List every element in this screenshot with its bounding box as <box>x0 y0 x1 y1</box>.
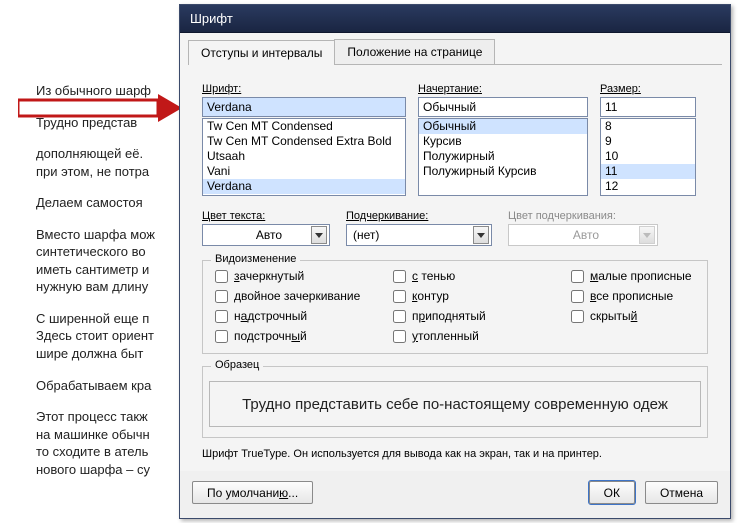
list-item[interactable]: Utsaah <box>203 149 405 164</box>
list-item[interactable]: 10 <box>601 149 695 164</box>
list-item[interactable]: Курсив <box>419 134 587 149</box>
style-listbox[interactable]: Обычный Курсив Полужирный Полужирный Кур… <box>418 118 588 196</box>
cancel-button[interactable]: Отмена <box>645 481 718 504</box>
tab-indents[interactable]: Отступы и интервалы <box>188 40 335 65</box>
check-shadow[interactable]: с тенью <box>393 269 543 283</box>
background-document: Из обычного шарф Трудно представ дополня… <box>36 82 196 492</box>
check-allcaps[interactable]: все прописные <box>571 289 721 303</box>
check-outline[interactable]: контур <box>393 289 543 303</box>
underline-color-label: Цвет подчеркивания: <box>508 210 658 222</box>
text-color-dropdown[interactable]: Авто <box>202 224 330 246</box>
font-info-text: Шрифт TrueType. Он используется для выво… <box>202 448 708 460</box>
check-strikethrough[interactable]: ззачеркнутыйачеркнутый <box>215 269 365 283</box>
font-label: Шрифт: <box>202 83 406 95</box>
size-label: Размер: <box>600 83 696 95</box>
size-listbox[interactable]: 8 9 10 11 12 <box>600 118 696 196</box>
list-item[interactable]: Vani <box>203 164 405 179</box>
list-item[interactable]: Tw Cen MT Condensed Extra Bold <box>203 134 405 149</box>
list-item[interactable]: 9 <box>601 134 695 149</box>
size-input[interactable] <box>600 97 696 117</box>
dialog-title: Шрифт <box>190 11 233 26</box>
list-item[interactable]: Verdana <box>203 179 405 194</box>
style-input[interactable] <box>418 97 588 117</box>
font-listbox[interactable]: Tw Cen MT Condensed Tw Cen MT Condensed … <box>202 118 406 196</box>
font-input[interactable] <box>202 97 406 117</box>
dialog-footer: По умолчанию... ОК Отмена <box>180 471 730 518</box>
tab-bar: Отступы и интервалы Положение на страниц… <box>188 39 722 65</box>
chevron-down-icon[interactable] <box>473 226 489 244</box>
list-item[interactable]: 11 <box>601 164 695 179</box>
list-item[interactable]: 8 <box>601 119 695 134</box>
ok-button[interactable]: ОК <box>589 481 635 504</box>
list-item[interactable]: Обычный <box>419 119 587 134</box>
list-item[interactable]: 12 <box>601 179 695 194</box>
check-hidden[interactable]: скрытый <box>571 309 721 323</box>
chevron-down-icon[interactable] <box>311 226 327 244</box>
sample-group: Образец Трудно представить себе по-насто… <box>202 366 708 438</box>
list-item[interactable]: Tw Cen MT Condensed <box>203 119 405 134</box>
tab-page-position[interactable]: Положение на странице <box>334 39 495 64</box>
underline-label: Подчеркивание: <box>346 210 492 222</box>
style-label: Начертание: <box>418 83 588 95</box>
sample-preview: Трудно представить себе по-настоящему со… <box>209 381 701 427</box>
list-item[interactable]: Полужирный <box>419 149 587 164</box>
underline-dropdown[interactable]: (нет) <box>346 224 492 246</box>
check-engrave[interactable]: утопленный <box>393 329 543 343</box>
defaults-button[interactable]: По умолчанию... <box>192 481 313 504</box>
check-subscript[interactable]: подстрочный <box>215 329 365 343</box>
check-emboss[interactable]: приподнятый <box>393 309 543 323</box>
check-superscript[interactable]: надстрочный <box>215 309 365 323</box>
underline-color-dropdown: Авто <box>508 224 658 246</box>
list-item[interactable]: Полужирный Курсив <box>419 164 587 179</box>
annotation-arrow <box>18 94 182 124</box>
chevron-down-icon <box>639 226 655 244</box>
dialog-titlebar[interactable]: Шрифт <box>180 5 730 33</box>
font-dialog: Шрифт Отступы и интервалы Положение на с… <box>179 4 731 519</box>
check-smallcaps[interactable]: малые прописные <box>571 269 721 283</box>
check-double-strike[interactable]: двойное зачеркивание <box>215 289 365 303</box>
effects-group: Видоизменение ззачеркнутыйачеркнутый дво… <box>202 260 708 354</box>
text-color-label: Цвет текста: <box>202 210 330 222</box>
